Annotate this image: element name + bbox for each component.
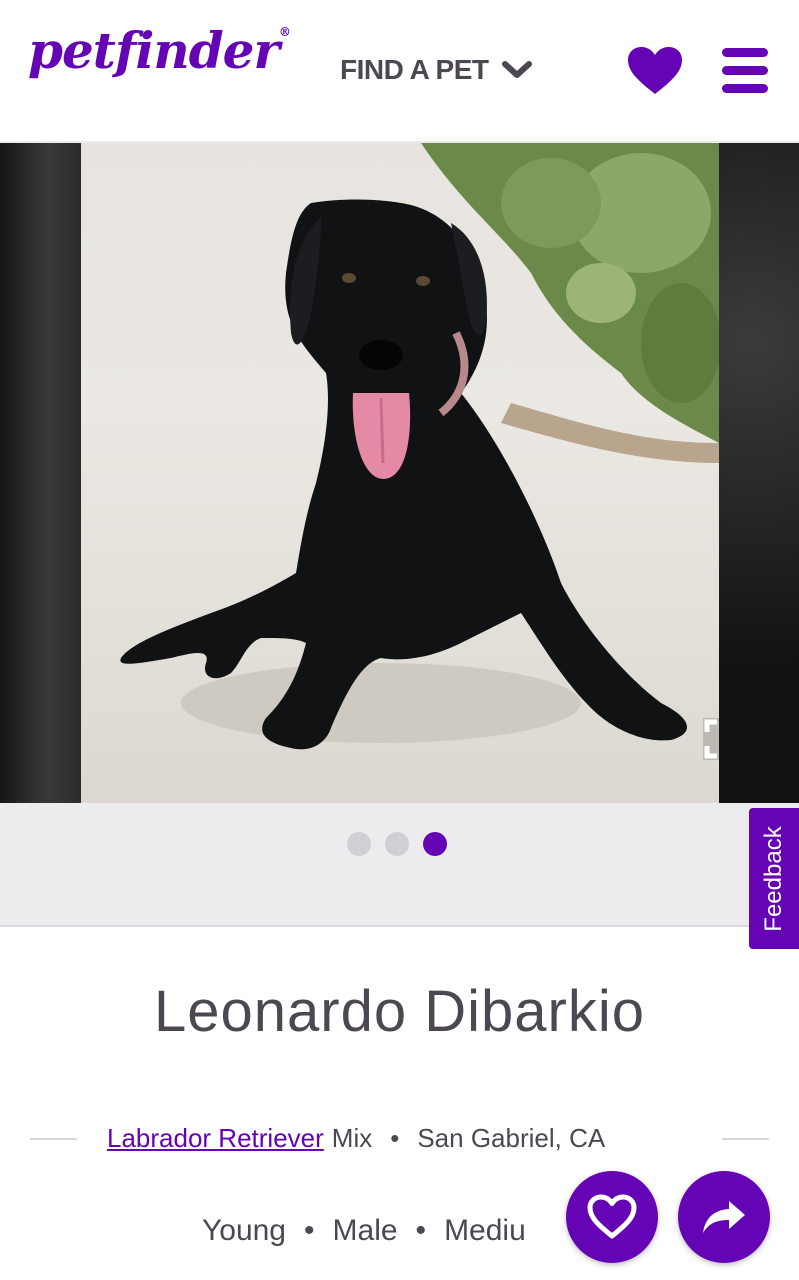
fullscreen-icon[interactable] [703, 718, 719, 760]
favorite-button[interactable] [566, 1171, 658, 1263]
logo-text: petfinder [28, 21, 280, 80]
logo-registered-mark: ® [278, 25, 291, 39]
separator-dot: • [390, 1122, 400, 1153]
pet-size: Mediu [444, 1214, 526, 1247]
pet-breed-location: Labrador Retriever Mix • San Gabriel, CA [107, 1120, 605, 1156]
find-a-pet-menu[interactable]: FIND A PET [340, 52, 533, 88]
carousel-dots [347, 832, 447, 856]
feedback-label: Feedback [760, 825, 787, 932]
heart-outline-icon [587, 1194, 637, 1239]
breed-suffix: Mix [331, 1122, 373, 1153]
share-arrow-icon [703, 1201, 745, 1233]
pet-location: San Gabriel, CA [417, 1122, 606, 1153]
carousel-dot-1[interactable] [347, 832, 371, 856]
previous-photo-preview[interactable] [0, 143, 81, 803]
pet-photo[interactable] [81, 143, 719, 803]
find-a-pet-label: FIND A PET [340, 54, 489, 85]
divider-left [30, 1138, 77, 1140]
pet-age: Young [202, 1214, 286, 1247]
chevron-down-icon [502, 61, 533, 78]
photo-carousel[interactable] [0, 143, 799, 803]
next-photo-preview[interactable] [719, 143, 799, 803]
heart-icon[interactable] [627, 46, 683, 96]
feedback-tab[interactable]: Feedback [749, 808, 799, 949]
separator-dot: • [415, 1214, 427, 1247]
carousel-dot-3-active[interactable] [423, 832, 447, 856]
pet-sex: Male [332, 1214, 398, 1247]
pet-name: Leonardo Dibarkio [154, 979, 645, 1044]
pet-attributes: Young • Male • Mediu [202, 1211, 582, 1251]
hamburger-menu-icon[interactable] [722, 48, 770, 94]
dog-photo [120, 143, 719, 750]
carousel-dot-2[interactable] [385, 832, 409, 856]
breed-link[interactable]: Labrador Retriever [107, 1123, 324, 1154]
share-button[interactable] [678, 1171, 770, 1263]
separator-dot: • [304, 1214, 315, 1247]
petfinder-logo[interactable]: petfinder® [28, 25, 291, 76]
site-header: petfinder® FIND A PET [0, 0, 799, 143]
divider-right [722, 1138, 769, 1140]
carousel-pagination-bar [0, 803, 799, 927]
